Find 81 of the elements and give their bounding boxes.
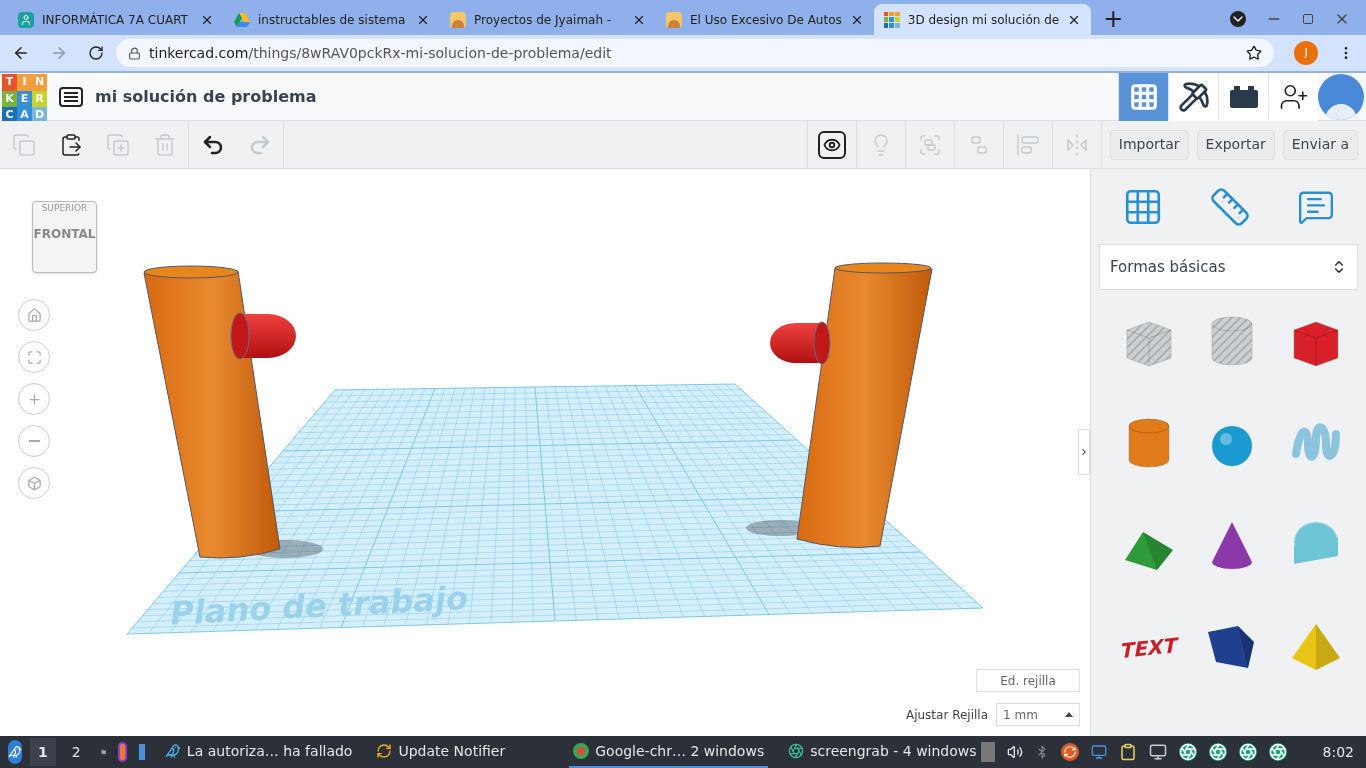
mirror-icon: [1064, 132, 1089, 157]
tab-title: El Uso Excesivo De Autos: [690, 11, 842, 29]
browser-tab[interactable]: Proyectos de Jyaimah -: [440, 4, 656, 35]
edit-grid-button[interactable]: Ed. rejilla: [976, 669, 1080, 692]
zoom-out-button[interactable]: [18, 425, 50, 457]
workspace-button[interactable]: 1: [30, 738, 56, 766]
view-switch[interactable]: [1118, 72, 1168, 121]
tab-title: INFORMÁTICA 7A CUART: [42, 11, 189, 29]
eye-note-icon: [817, 130, 846, 159]
restore-icon[interactable]: [1302, 13, 1314, 25]
triangle-logo-icon: [234, 12, 250, 27]
tab-title: instructables de sistema: [258, 11, 407, 29]
alert-monitor-icon[interactable]: [1090, 744, 1107, 760]
duplicate-icon: [105, 132, 130, 157]
category-select[interactable]: Formas básicas: [1099, 244, 1358, 290]
update-icon: [376, 743, 393, 759]
trash-icon: [152, 132, 177, 157]
view-switch[interactable]: [1168, 72, 1218, 121]
avatar-icon: [450, 11, 466, 28]
home-icon: [26, 307, 42, 323]
action-button[interactable]: Enviar a: [1282, 129, 1358, 160]
clock: 8:02: [1322, 742, 1354, 762]
browser-tab[interactable]: El Uso Excesivo De Autos: [656, 4, 874, 35]
brick-icon: [1229, 85, 1258, 108]
taskbar-window[interactable]: Update Notifier: [372, 736, 510, 768]
start-menu-icon[interactable]: [8, 740, 22, 764]
avatar-icon: [666, 11, 682, 28]
browser-tab[interactable]: INFORMÁTICA 7A CUART: [8, 4, 224, 35]
taskbar-window[interactable]: Google-chr… 2 windows: [569, 736, 769, 768]
ruler-icon[interactable]: [1209, 185, 1252, 228]
taskbar-window[interactable]: La autoriza… ha fallado: [160, 736, 357, 768]
user-avatar[interactable]: [1318, 73, 1364, 120]
minus-icon: [28, 440, 40, 442]
fit-icon: [26, 349, 42, 365]
tab-title: Proyectos de Jyaimah -: [474, 11, 613, 29]
grid-icon: [1128, 81, 1159, 112]
workspace-button[interactable]: 2: [63, 738, 89, 766]
workplane-label: Plano de trabajo: [169, 578, 469, 633]
new-tab-button[interactable]: +: [1099, 7, 1128, 31]
cube-top-label: SUPERIOR: [41, 202, 88, 213]
bird-icon: [164, 743, 181, 759]
tab-search-icon[interactable]: [1230, 11, 1246, 27]
aperture-icon: [788, 743, 805, 759]
network-icon[interactable]: [1148, 743, 1167, 761]
classroom-icon: [18, 11, 34, 28]
reload-icon[interactable]: [88, 45, 104, 61]
browser-tab[interactable]: instructables de sistema: [224, 4, 440, 35]
align-icon: [1015, 132, 1040, 157]
back-icon[interactable]: [12, 44, 30, 62]
screenshot-icon[interactable]: [1208, 743, 1227, 761]
logo[interactable]: T I N K E R C A D: [2, 74, 47, 119]
pickaxe-icon: [1177, 80, 1210, 113]
action-button[interactable]: Exportar: [1196, 129, 1275, 160]
snap-grid-select[interactable]: 1 mm: [996, 703, 1080, 726]
group-icon: [917, 132, 942, 157]
url-text: tinkercad.com/things/8wRAV0pckRx-mi-solucion-de-problema/edit: [149, 43, 612, 63]
cube-icon: [26, 475, 42, 491]
star-icon[interactable]: [1246, 45, 1262, 61]
plus-icon: [26, 391, 42, 407]
copy-icon: [11, 132, 36, 157]
forward-icon[interactable]: [50, 44, 68, 62]
logo-icon: [883, 11, 900, 28]
snap-grid-label: Ajustar Rejilla: [905, 706, 988, 724]
tab-title: 3D design mi solución de: [907, 11, 1060, 29]
view-switch[interactable]: [1218, 72, 1268, 121]
screenshot-icon[interactable]: [1178, 743, 1197, 761]
volume-icon[interactable]: [1006, 744, 1023, 760]
screenshot-icon[interactable]: [1268, 743, 1287, 761]
clipboard-icon[interactable]: [1118, 743, 1137, 761]
browser-tab[interactable]: 3D design mi solución de: [873, 4, 1092, 35]
screenshot-icon[interactable]: [1238, 743, 1257, 761]
taskbar-window[interactable]: screengrab - 4 windows: [784, 736, 981, 768]
address-field[interactable]: tinkercad.com/things/8wRAV0pckRx-mi-solucion-de-problema/edit: [116, 39, 1274, 67]
cube-front-label: FRONTAL: [33, 226, 96, 243]
lock-icon: [128, 46, 141, 60]
design-title[interactable]: mi solución de problema: [95, 84, 317, 109]
list-icon[interactable]: [59, 86, 83, 107]
chrome-icon: [573, 743, 590, 759]
update-icon[interactable]: [1060, 743, 1079, 761]
action-button[interactable]: Importar: [1109, 129, 1189, 160]
panel-toggle[interactable]: [1078, 429, 1090, 475]
